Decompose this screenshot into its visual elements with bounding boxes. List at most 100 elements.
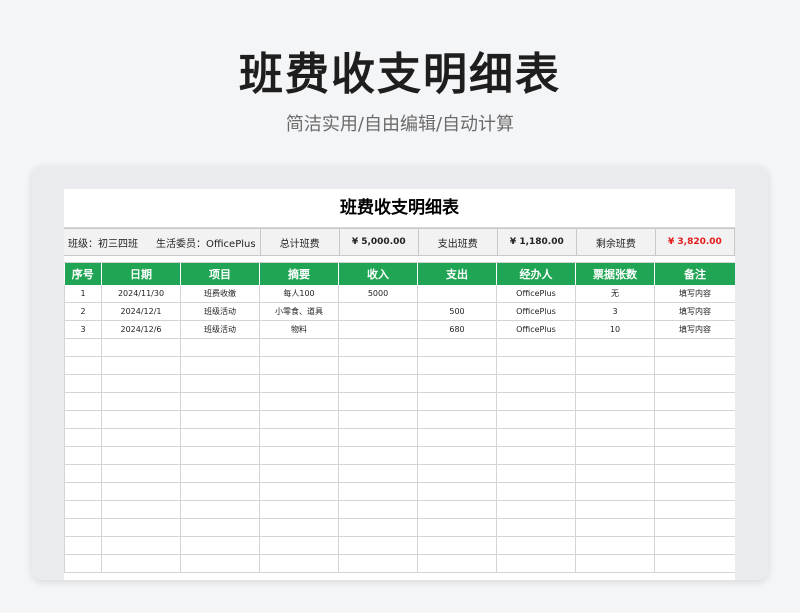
empty-cell[interactable] <box>259 518 339 537</box>
col-header-expense[interactable]: 支出 <box>417 263 497 285</box>
empty-cell[interactable] <box>496 392 576 411</box>
empty-cell[interactable] <box>338 374 418 393</box>
empty-cell[interactable] <box>101 536 181 555</box>
col-header-receipts[interactable]: 票据张数 <box>575 263 655 285</box>
table-cell[interactable]: 每人100 <box>259 285 339 303</box>
empty-cell[interactable] <box>496 374 576 393</box>
empty-cell[interactable] <box>417 518 497 537</box>
empty-cell[interactable] <box>338 356 418 375</box>
empty-cell[interactable] <box>575 374 655 393</box>
empty-cell[interactable] <box>64 518 102 537</box>
empty-cell[interactable] <box>496 482 576 501</box>
empty-cell[interactable] <box>338 554 418 573</box>
remain-value-cell[interactable]: ¥ 3,820.00 <box>656 229 735 255</box>
empty-cell[interactable] <box>259 464 339 483</box>
table-cell[interactable]: 2024/12/6 <box>101 320 181 339</box>
empty-cell[interactable] <box>496 518 576 537</box>
empty-cell[interactable] <box>101 392 181 411</box>
expense-label-cell[interactable]: 支出班费 <box>419 229 498 255</box>
empty-cell[interactable] <box>64 374 102 393</box>
empty-cell[interactable] <box>101 554 181 573</box>
empty-cell[interactable] <box>180 356 260 375</box>
table-cell[interactable]: OfficePlus <box>496 302 576 321</box>
table-cell[interactable]: OfficePlus <box>496 285 576 303</box>
table-cell[interactable]: 3 <box>575 302 655 321</box>
empty-cell[interactable] <box>575 464 655 483</box>
empty-cell[interactable] <box>64 464 102 483</box>
empty-cell[interactable] <box>496 536 576 555</box>
table-cell[interactable] <box>417 285 497 303</box>
col-header-index[interactable]: 序号 <box>64 263 102 285</box>
empty-cell[interactable] <box>575 518 655 537</box>
empty-cell[interactable] <box>575 338 655 357</box>
table-cell[interactable]: 无 <box>575 285 655 303</box>
empty-cell[interactable] <box>417 554 497 573</box>
empty-cell[interactable] <box>338 536 418 555</box>
empty-cell[interactable] <box>496 446 576 465</box>
col-header-item[interactable]: 项目 <box>180 263 260 285</box>
table-cell[interactable]: OfficePlus <box>496 320 576 339</box>
empty-cell[interactable] <box>180 374 260 393</box>
empty-cell[interactable] <box>575 536 655 555</box>
empty-cell[interactable] <box>496 338 576 357</box>
col-header-date[interactable]: 日期 <box>101 263 181 285</box>
empty-cell[interactable] <box>180 410 260 429</box>
empty-cell[interactable] <box>575 428 655 447</box>
class-info-cell[interactable]: 班级：初三四班 生活委员：OfficePlus <box>64 229 261 255</box>
empty-cell[interactable] <box>575 410 655 429</box>
empty-cell[interactable] <box>654 356 735 375</box>
empty-cell[interactable] <box>496 500 576 519</box>
empty-cell[interactable] <box>654 536 735 555</box>
empty-cell[interactable] <box>64 410 102 429</box>
table-cell[interactable]: 3 <box>64 320 102 339</box>
empty-cell[interactable] <box>64 446 102 465</box>
table-cell[interactable]: 500 <box>417 302 497 321</box>
empty-cell[interactable] <box>417 500 497 519</box>
empty-cell[interactable] <box>338 500 418 519</box>
empty-cell[interactable] <box>64 338 102 357</box>
table-cell[interactable]: 填写内容 <box>654 320 735 339</box>
empty-cell[interactable] <box>417 374 497 393</box>
expense-value-cell[interactable]: ¥ 1,180.00 <box>498 229 577 255</box>
col-header-handler[interactable]: 经办人 <box>496 263 576 285</box>
empty-cell[interactable] <box>101 518 181 537</box>
empty-cell[interactable] <box>180 500 260 519</box>
empty-cell[interactable] <box>64 500 102 519</box>
empty-cell[interactable] <box>64 482 102 501</box>
empty-cell[interactable] <box>654 428 735 447</box>
table-cell[interactable]: 小零食、道具 <box>259 302 339 321</box>
sheet-title[interactable]: 班费收支明细表 <box>64 189 735 228</box>
empty-cell[interactable] <box>654 500 735 519</box>
empty-cell[interactable] <box>417 356 497 375</box>
empty-cell[interactable] <box>180 392 260 411</box>
empty-cell[interactable] <box>417 392 497 411</box>
empty-cell[interactable] <box>338 392 418 411</box>
table-cell[interactable]: 2024/12/1 <box>101 302 181 321</box>
empty-cell[interactable] <box>101 356 181 375</box>
empty-cell[interactable] <box>180 446 260 465</box>
total-value-cell[interactable]: ¥ 5,000.00 <box>340 229 419 255</box>
table-cell[interactable]: 2 <box>64 302 102 321</box>
empty-cell[interactable] <box>654 554 735 573</box>
empty-cell[interactable] <box>180 482 260 501</box>
table-cell[interactable]: 10 <box>575 320 655 339</box>
empty-cell[interactable] <box>64 554 102 573</box>
empty-cell[interactable] <box>259 482 339 501</box>
empty-cell[interactable] <box>338 446 418 465</box>
total-label-cell[interactable]: 总计班费 <box>261 229 340 255</box>
empty-cell[interactable] <box>101 482 181 501</box>
empty-cell[interactable] <box>654 392 735 411</box>
empty-cell[interactable] <box>338 518 418 537</box>
empty-cell[interactable] <box>417 410 497 429</box>
col-header-summary[interactable]: 摘要 <box>259 263 339 285</box>
empty-cell[interactable] <box>64 536 102 555</box>
empty-cell[interactable] <box>259 356 339 375</box>
empty-cell[interactable] <box>417 464 497 483</box>
empty-cell[interactable] <box>180 338 260 357</box>
empty-cell[interactable] <box>180 536 260 555</box>
table-cell[interactable]: 1 <box>64 285 102 303</box>
table-cell[interactable]: 物料 <box>259 320 339 339</box>
table-cell[interactable] <box>338 302 418 321</box>
empty-cell[interactable] <box>496 464 576 483</box>
table-cell[interactable]: 680 <box>417 320 497 339</box>
